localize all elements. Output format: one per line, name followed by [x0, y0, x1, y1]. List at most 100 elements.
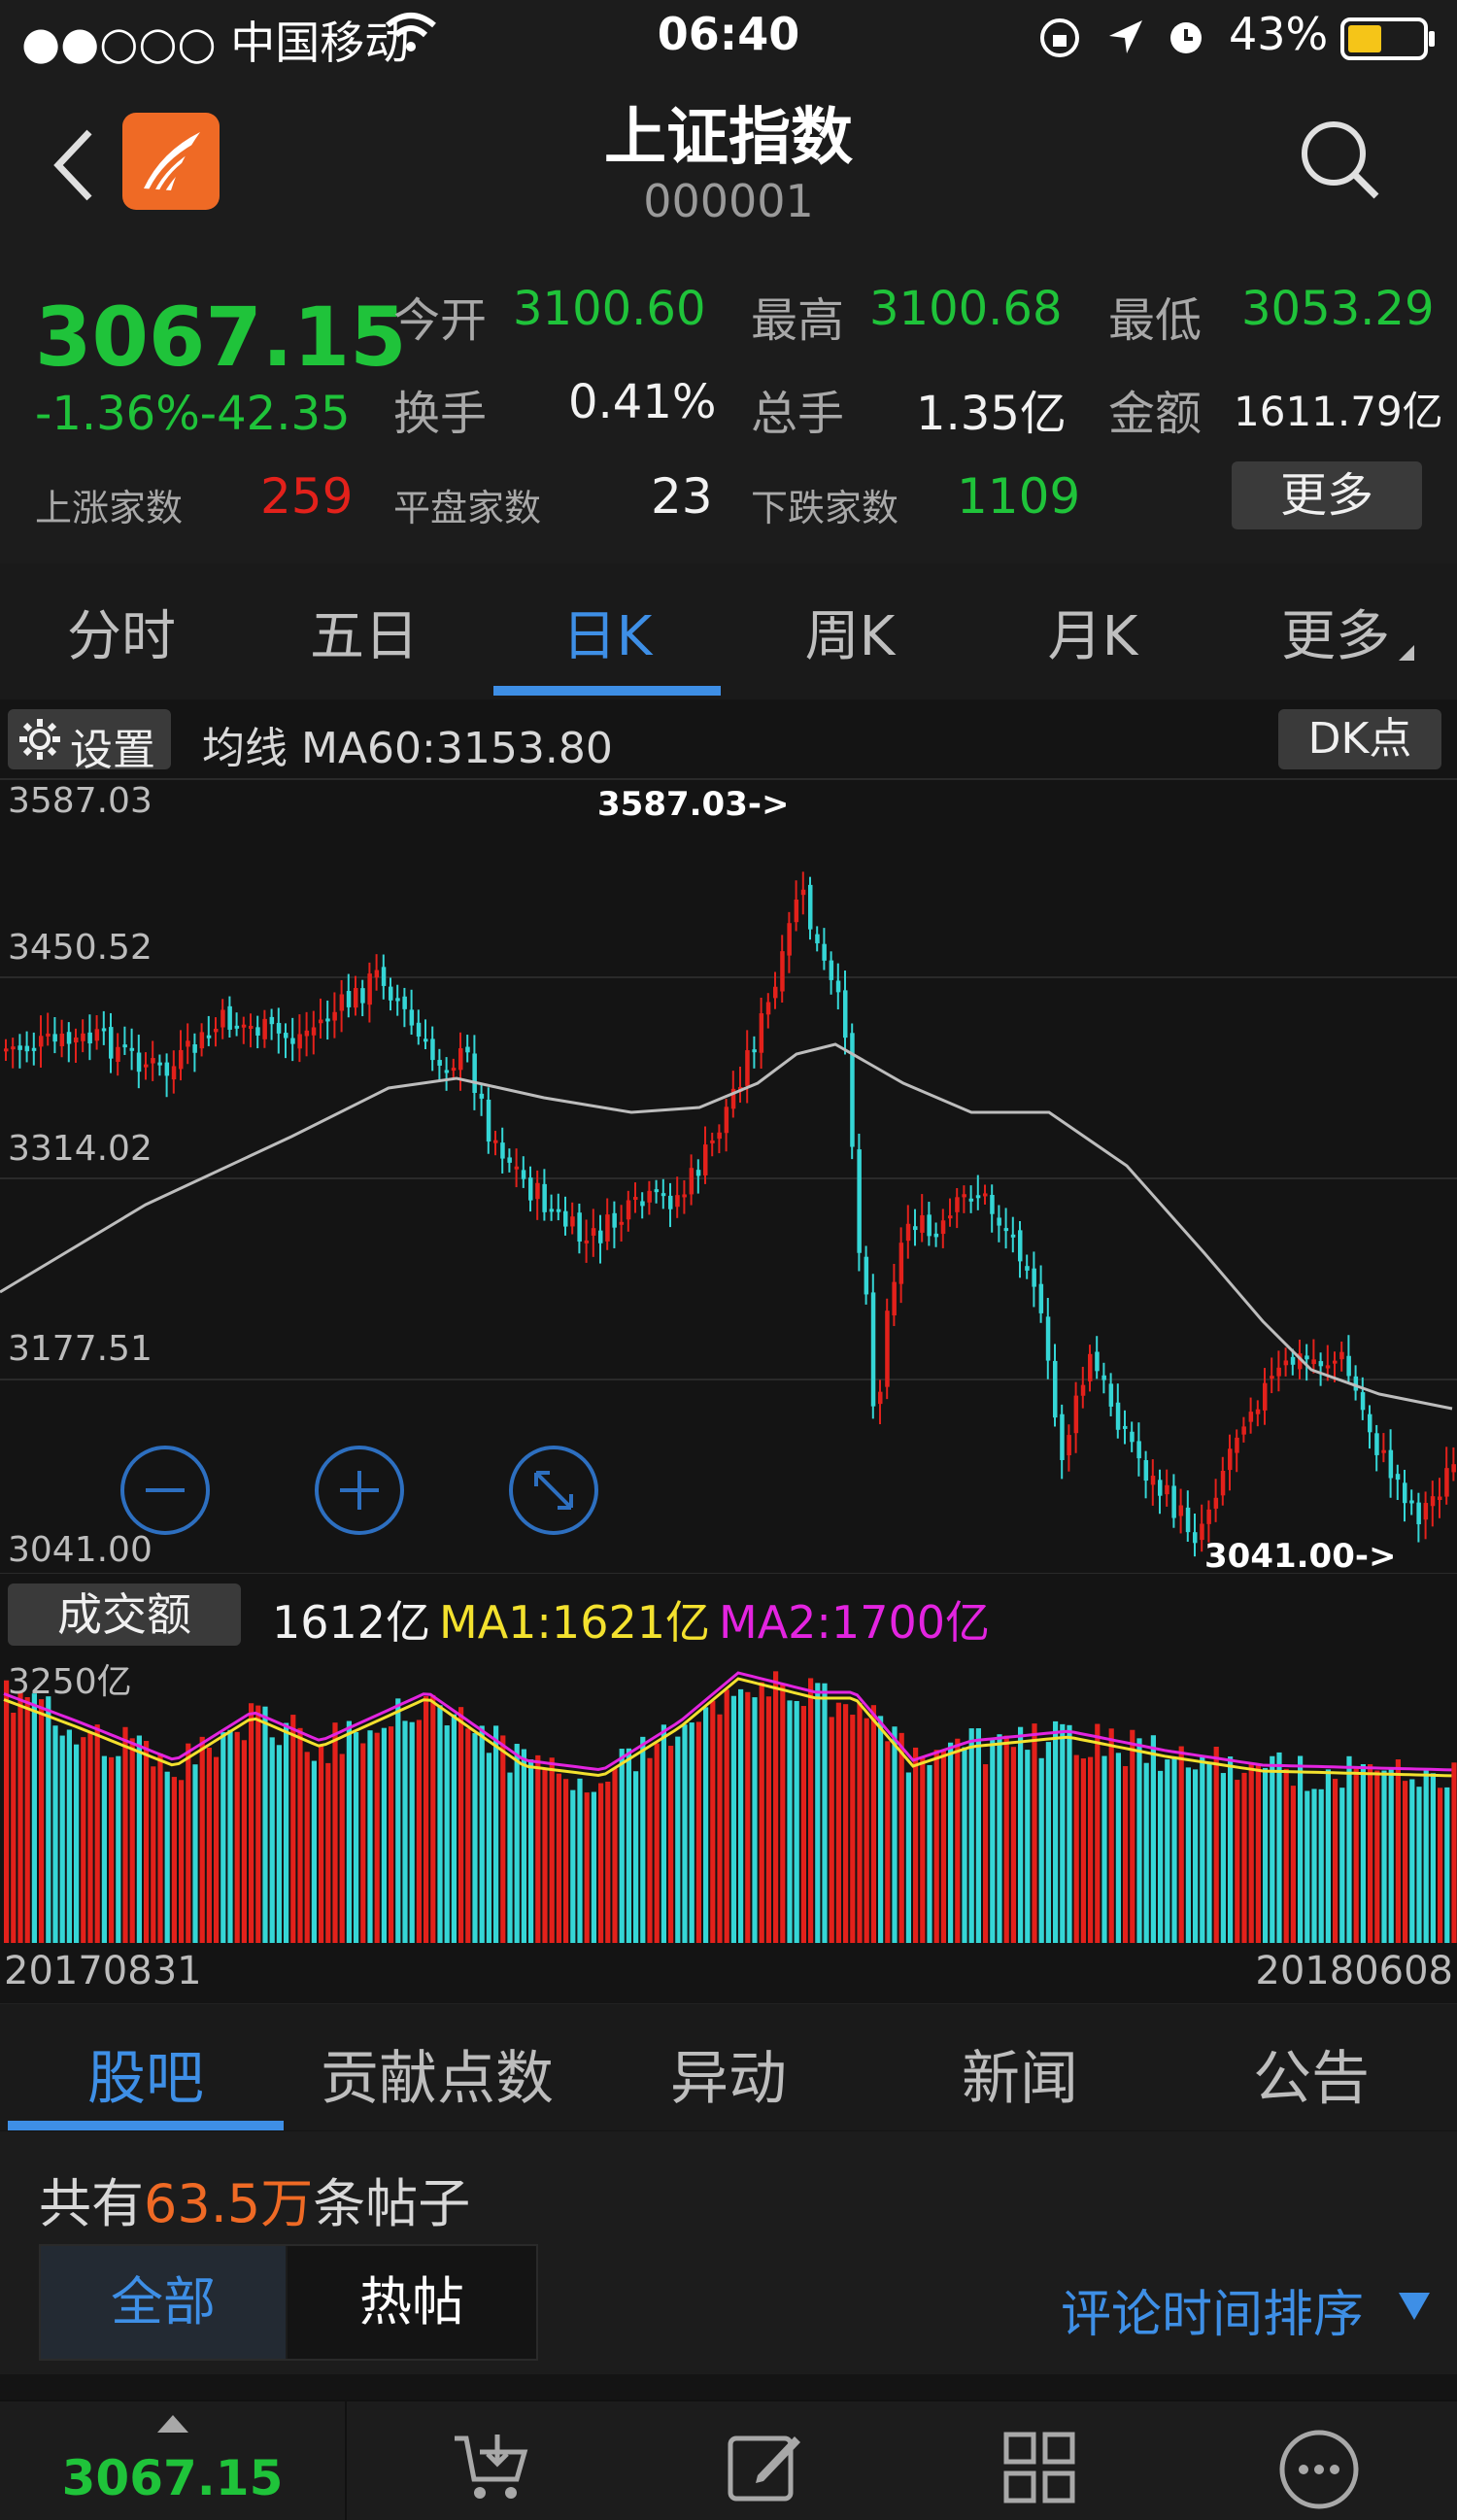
zoom-in-icon[interactable]: [313, 1444, 406, 1541]
candle-body: [122, 1044, 127, 1048]
volume-bar: [850, 1715, 856, 1943]
candle-body: [556, 1209, 561, 1212]
candle-body: [1235, 1437, 1239, 1453]
volume-indicator-bar: 成交额 1612亿 MA1:1621亿 MA2:1700亿: [0, 1576, 1457, 1653]
more-options-icon[interactable]: [1278, 2429, 1360, 2514]
candle-body: [695, 1170, 701, 1176]
tab-intraday[interactable]: 分时: [0, 593, 243, 671]
volume-label: 总手: [751, 387, 845, 441]
candle-body: [136, 1052, 142, 1073]
quote-panel: 3067.15 -1.36%-42.35 今开 3100.60 最高 3100.…: [0, 272, 1457, 563]
trade-cart-icon[interactable]: [449, 2429, 532, 2510]
battery-icon: [1340, 17, 1438, 71]
more-button[interactable]: 更多: [1232, 461, 1422, 529]
tab-five-day[interactable]: 五日: [243, 593, 486, 671]
sort-dropdown[interactable]: 评论时间排序: [1061, 2273, 1364, 2346]
zoom-out-icon[interactable]: [119, 1444, 212, 1541]
candle-body: [577, 1212, 582, 1242]
candle-body: [1060, 1413, 1065, 1460]
volume-bar: [892, 1726, 898, 1943]
page-title: 上证指数: [604, 102, 853, 174]
filter-all-button[interactable]: 全部: [41, 2246, 286, 2359]
candle-body: [724, 1107, 729, 1134]
candle-body: [1360, 1392, 1366, 1411]
candle-body: [1158, 1480, 1163, 1496]
dk-button[interactable]: DK点: [1278, 709, 1441, 769]
amount-value: 1611.79亿: [1234, 388, 1443, 435]
volume-bar: [710, 1700, 716, 1943]
candle-body: [1025, 1266, 1030, 1271]
volume-bar: [619, 1749, 625, 1943]
volume-bar: [360, 1743, 366, 1943]
last-price: 3067.15: [35, 289, 407, 385]
volume-bar: [997, 1734, 1002, 1943]
volume-bar: [1430, 1773, 1436, 1943]
volume-bar: [577, 1778, 583, 1943]
volume-bar: [955, 1738, 961, 1943]
settings-button[interactable]: 设置: [8, 709, 171, 775]
fullscreen-icon[interactable]: [507, 1444, 600, 1541]
volume-bar: [913, 1747, 919, 1943]
indicator-bar: 设置 均线 MA60:3153.80 DK点: [0, 699, 1457, 777]
candle-body: [493, 1140, 498, 1143]
candle-body: [1018, 1230, 1023, 1262]
volume-bar: [249, 1703, 254, 1943]
kline-chart[interactable]: 3587.03 3450.52 3314.02 3177.51 3041.00 …: [0, 777, 1457, 1576]
tab-weekly-k[interactable]: 周K: [728, 593, 971, 671]
start-date: 20170831: [4, 1949, 202, 1993]
filter-hot-button[interactable]: 热帖: [288, 2246, 536, 2359]
candle-body: [1171, 1485, 1176, 1518]
candle-body: [109, 1027, 114, 1059]
volume-bar: [381, 1727, 387, 1943]
flat-count-label: 平盘家数: [393, 487, 542, 529]
candle-body: [640, 1201, 645, 1207]
volume-bar: [424, 1695, 429, 1943]
bottom-price[interactable]: 3067.15: [0, 2450, 345, 2506]
volume-bar: [1143, 1762, 1149, 1943]
candle-body: [843, 990, 848, 1039]
volume-bar: [1220, 1773, 1226, 1943]
compose-icon[interactable]: [723, 2429, 806, 2510]
tab-news[interactable]: 新闻: [874, 2031, 1166, 2116]
grid-menu-icon[interactable]: [1000, 2429, 1078, 2510]
volume-bar: [31, 1693, 37, 1943]
volume-chart[interactable]: 3250亿: [0, 1652, 1457, 1943]
tab-more[interactable]: 更多: [1214, 593, 1457, 671]
volume-bar: [507, 1772, 513, 1943]
tab-monthly-k[interactable]: 月K: [971, 593, 1214, 671]
volume-bar: [626, 1748, 631, 1943]
candle-body: [787, 923, 792, 956]
ma-indicator: 均线 MA60:3153.80: [202, 724, 613, 773]
candle-body: [1003, 1228, 1009, 1232]
candle-body: [402, 996, 407, 1009]
collapse-arrow-icon[interactable]: [157, 2413, 188, 2436]
turnover-value: 0.41%: [568, 375, 717, 429]
volume-value: 1612亿: [272, 1596, 431, 1649]
volume-type-button[interactable]: 成交额: [8, 1584, 241, 1646]
corner-triangle-icon: [1399, 645, 1414, 664]
dropdown-triangle-icon[interactable]: [1399, 2293, 1430, 2324]
tab-abnormal[interactable]: 异动: [583, 2031, 874, 2116]
volume-bar: [479, 1725, 485, 1943]
volume-bar: [612, 1768, 618, 1943]
candle-body: [339, 994, 345, 1011]
search-icon[interactable]: [1297, 117, 1384, 208]
volume-bar: [311, 1760, 317, 1943]
volume-bar: [1318, 1788, 1324, 1943]
candle-body: [1228, 1448, 1233, 1471]
tab-announcements[interactable]: 公告: [1166, 2031, 1457, 2116]
volume-bar: [1360, 1763, 1366, 1943]
volume-bar: [234, 1731, 240, 1943]
volume-bar: [695, 1721, 701, 1943]
high-value: 3100.68: [869, 282, 1063, 336]
tab-daily-k[interactable]: 日K: [486, 593, 728, 671]
candle-body: [892, 1281, 897, 1316]
volume-bar: [129, 1738, 135, 1943]
volume-bar: [46, 1696, 51, 1943]
volume-bar: [1438, 1788, 1443, 1943]
tab-forum[interactable]: 股吧: [0, 2031, 291, 2116]
volume-bar: [633, 1771, 639, 1943]
candle-body: [717, 1132, 722, 1140]
tab-contribution[interactable]: 贡献点数: [291, 2031, 583, 2116]
status-bar: ●●○○○ 中国移动 06:40 43%: [0, 0, 1457, 78]
